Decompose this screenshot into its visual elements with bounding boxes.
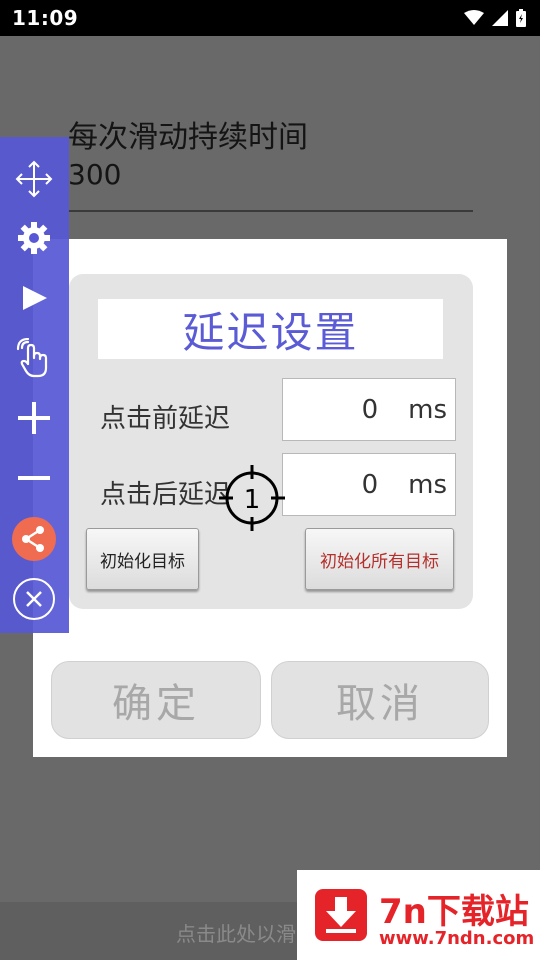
dialog-title-box: 延迟设置 [98, 299, 443, 359]
share-icon[interactable] [12, 517, 56, 561]
dialog-panel: 延迟设置 点击前延迟 0 ms 点击后延迟 0 ms 初始化目标 初始化所有目标 [69, 274, 473, 609]
close-icon[interactable] [12, 577, 56, 621]
swipe-duration-label: 每次滑动持续时间 [68, 120, 308, 155]
crosshair-target[interactable]: 1 [219, 465, 285, 531]
wifi-icon [464, 10, 484, 26]
dialog-title: 延迟设置 [182, 307, 359, 357]
post-click-delay-unit: ms [408, 469, 447, 500]
hand-tap-icon[interactable] [12, 336, 56, 380]
bottom-hint-text[interactable]: 点击此处以滑 [176, 918, 296, 947]
move-icon[interactable] [12, 157, 56, 201]
watermark-url: www.7ndn.com [379, 928, 535, 949]
signal-icon [492, 10, 508, 26]
download-logo-icon [315, 889, 367, 941]
gear-icon[interactable] [12, 216, 56, 260]
pre-click-delay-unit: ms [408, 394, 447, 425]
post-click-delay-label: 点击后延迟 [100, 480, 231, 510]
crosshair-icon: 1 [219, 465, 285, 531]
play-icon[interactable] [12, 276, 56, 320]
crosshair-label: 1 [244, 485, 261, 515]
init-all-targets-button[interactable]: 初始化所有目标 [305, 528, 454, 590]
init-target-button[interactable]: 初始化目标 [86, 528, 199, 590]
post-click-delay-input[interactable]: 0 ms [282, 453, 456, 516]
pre-click-delay-value[interactable]: 0 [362, 395, 379, 425]
pre-click-delay-label: 点击前延迟 [100, 404, 231, 434]
cancel-button[interactable]: 取消 [271, 661, 489, 739]
post-click-delay-value[interactable]: 0 [362, 470, 379, 500]
confirm-button[interactable]: 确定 [51, 661, 261, 739]
minus-icon[interactable] [12, 456, 56, 500]
floating-toolbar [0, 137, 69, 633]
watermark-name: 7n下载站 [379, 892, 529, 932]
swipe-duration-value[interactable]: 300 [68, 158, 121, 191]
status-bar: 11:09 [0, 0, 540, 36]
battery-icon [516, 9, 526, 27]
status-time: 11:09 [12, 6, 79, 30]
site-watermark: 7n下载站 www.7ndn.com [297, 870, 540, 960]
pre-click-delay-input[interactable]: 0 ms [282, 378, 456, 441]
input-underline [68, 210, 473, 212]
status-icons [464, 9, 526, 27]
plus-icon[interactable] [12, 396, 56, 440]
